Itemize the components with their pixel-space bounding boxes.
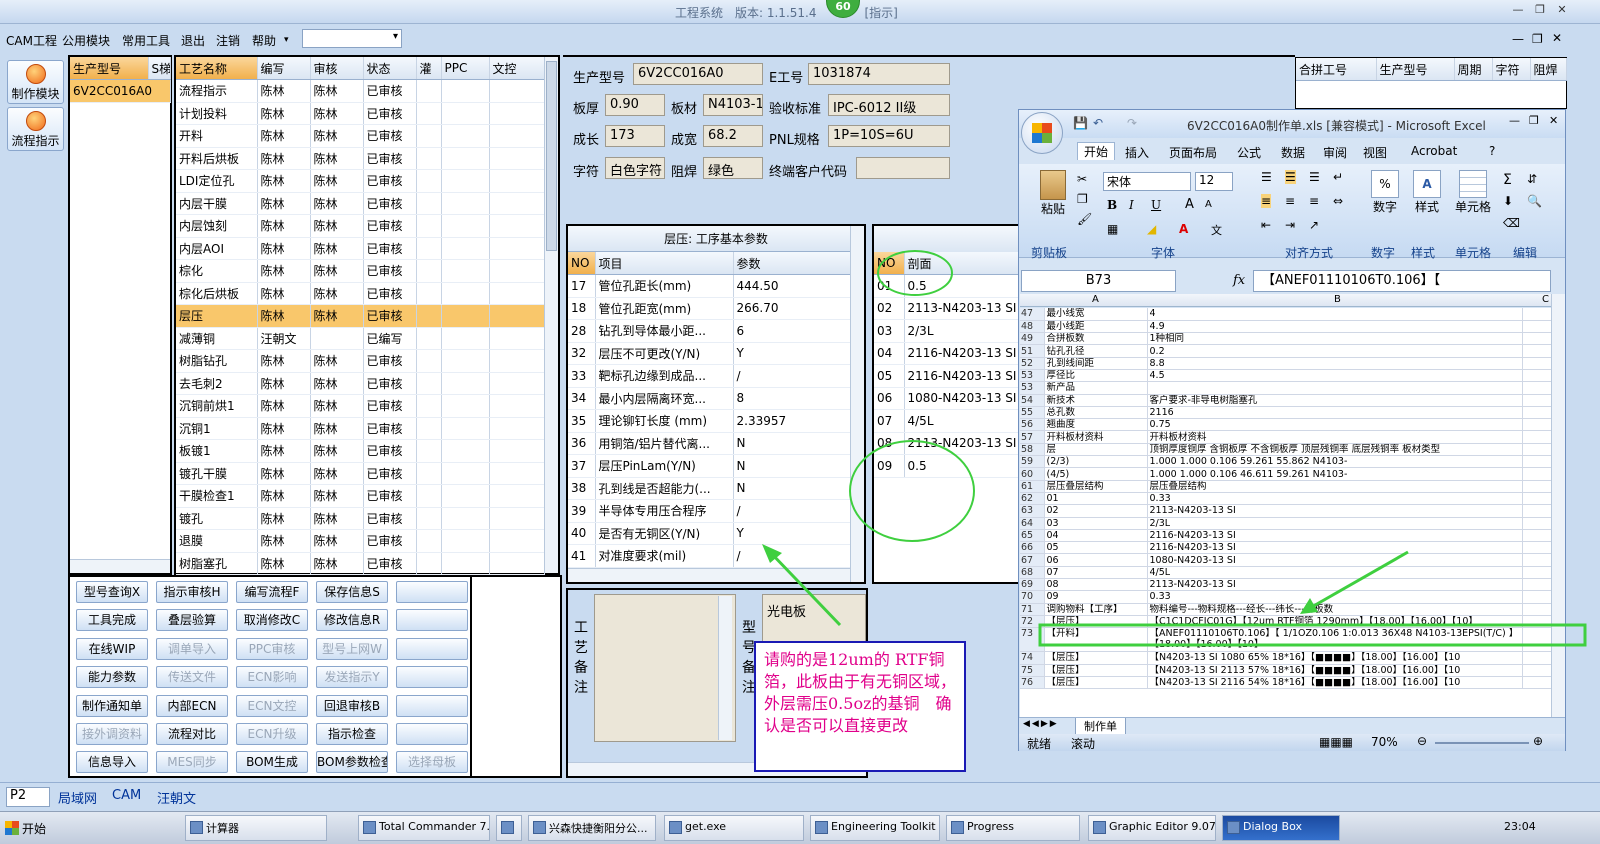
tab-user[interactable]: 汪朝文 — [157, 788, 196, 807]
highlight-box — [1038, 623, 1587, 647]
highlight-circle — [849, 440, 975, 542]
office-logo-icon — [1032, 123, 1052, 143]
app-icon — [951, 821, 964, 834]
app-icon — [1227, 821, 1240, 834]
app-icon — [363, 821, 376, 834]
start-label: 开始 — [22, 822, 47, 836]
app-icon — [190, 821, 203, 834]
taskbar-item[interactable]: Graphic Editor 9.07b... — [1088, 815, 1216, 841]
highlight-circle — [877, 250, 953, 296]
tab-cam[interactable]: CAM — [112, 788, 141, 803]
taskbar-item-label: Engineering Toolkit 9... — [831, 820, 939, 833]
taskbar-item[interactable]: 计算器 — [185, 815, 327, 841]
app-icon — [501, 821, 514, 834]
taskbar-item-label: Total Commander 7.... — [379, 820, 490, 833]
annotation-overlay — [762, 250, 1587, 647]
taskbar-item[interactable]: 兴森快捷衡阳分公... — [528, 815, 656, 841]
taskbar-item[interactable]: Total Commander 7.... — [358, 815, 490, 841]
bottom-status-bar: P2 局域网 CAM 汪朝文 — [0, 782, 1600, 810]
taskbar-item[interactable]: Dialog Box — [1222, 815, 1340, 841]
taskbar-item[interactable]: Progress — [946, 815, 1080, 841]
taskbar-item-label: 兴森快捷衡阳分公... — [549, 822, 648, 835]
taskbar-clock: 23:04 — [1504, 820, 1536, 833]
app-icon — [1093, 821, 1106, 834]
app-icon — [669, 821, 682, 834]
tab-lan[interactable]: 局域网 — [58, 788, 97, 807]
taskbar-item-label: Graphic Editor 9.07b... — [1109, 820, 1216, 833]
windows-logo-icon — [5, 821, 19, 835]
pointer-arrow — [1309, 550, 1409, 610]
taskbar-item[interactable] — [496, 815, 522, 841]
start-button[interactable]: 开始 — [2, 815, 52, 841]
app-icon — [533, 821, 546, 834]
taskbar-item[interactable]: get.exe — [664, 815, 804, 841]
taskbar-item-label: Dialog Box — [1243, 820, 1302, 833]
pointer-arrow — [768, 550, 842, 627]
page-combo[interactable]: P2 — [6, 787, 50, 807]
office-button[interactable] — [1021, 112, 1063, 154]
taskbar: 开始 23:04 计算器 Total Commander 7.... 兴森快捷衡阳分… — [0, 811, 1600, 844]
taskbar-item-label: 计算器 — [206, 822, 239, 835]
app-icon — [815, 821, 828, 834]
taskbar-item[interactable]: Engineering Toolkit 9... — [810, 815, 940, 841]
taskbar-item-label: get.exe — [685, 820, 727, 833]
taskbar-item-label: Progress — [967, 820, 1014, 833]
